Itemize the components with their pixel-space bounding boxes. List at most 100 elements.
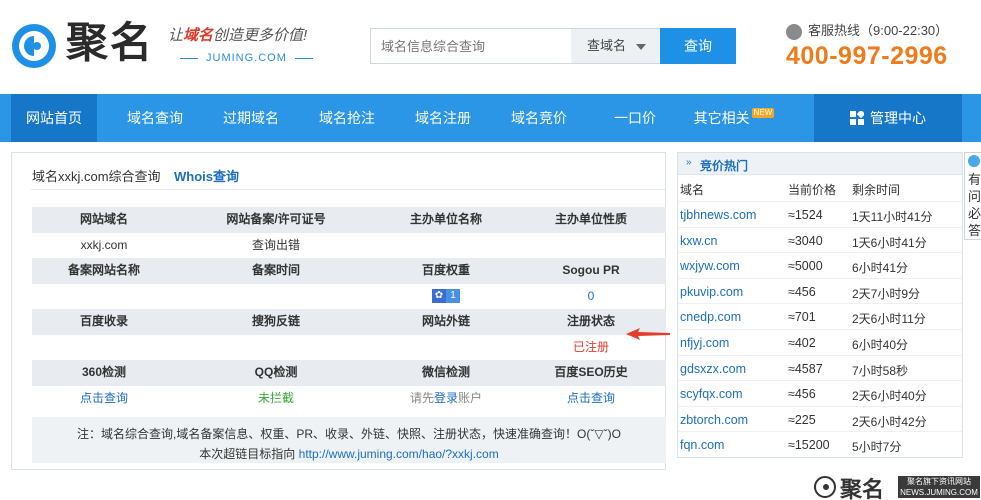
auction-time-left: 6小时40分 <box>852 338 909 352</box>
nav-item-domain-search[interactable]: 域名查询 <box>110 94 200 142</box>
table-cell <box>516 233 666 259</box>
grid-icon <box>850 111 864 126</box>
table-header-cell: 备案时间 <box>251 263 300 277</box>
qq-check-status: 未拦截 <box>257 390 294 405</box>
auction-price: ≈3040 <box>788 233 823 248</box>
chat-bubble-icon <box>968 155 980 167</box>
watermark: 聚名 聚名旗下资讯网站 NEWS.JUMING.COM <box>812 474 981 500</box>
auction-price: ≈1524 <box>788 208 823 222</box>
list-item: gdsxzx.com ≈4587 7小时58秒 <box>678 354 962 381</box>
auction-time-left: 2天6小时42分 <box>852 414 927 429</box>
list-item: wxjyw.com ≈5000 6小时41分 <box>678 252 962 278</box>
baidu-weight-value: 1 <box>446 289 460 304</box>
list-item: cnedp.com ≈701 2天6小时11分 <box>678 303 962 329</box>
table-row: 网站域名 网站备案/许可证号 主办单位名称 主办单位性质 <box>32 207 666 233</box>
table-header-cell: QQ检测 <box>254 365 298 379</box>
table-cell <box>376 335 516 361</box>
double-chevron-icon: » <box>686 157 692 168</box>
table-row: 点击查询 未拦截 请先登录账户 点击查询 <box>32 386 666 412</box>
table-header-cell: 百度收录 <box>79 314 128 328</box>
auction-price: ≈456 <box>788 387 816 402</box>
search-button[interactable]: 查询 <box>660 28 736 64</box>
auction-price: ≈225 <box>788 412 816 427</box>
note-box: 注：域名综合查询,域名备案信息、权重、PR、收录、外链、快照、注册状态，快速准确… <box>32 417 666 463</box>
auction-domain-link[interactable]: wxjyw.com <box>680 259 740 273</box>
auction-time-left: 1天6小时41分 <box>852 235 927 250</box>
nav-item-home[interactable]: 网站首页 <box>11 94 97 142</box>
note-link-line: 本次超链目标指向 http://www.juming.com/hao/?xxkj… <box>32 445 666 462</box>
watermark-logo: 聚名 <box>840 477 885 500</box>
slogan-sub: JUMING.COM <box>172 52 321 64</box>
table-row: 百度收录 搜狗反链 网站外链 注册状态 <box>32 309 666 335</box>
search-type-select[interactable]: 查域名 <box>571 29 660 63</box>
auction-domain-link[interactable]: gdsxzx.com <box>680 362 746 376</box>
panel-title: 域名xxkj.com综合查询 <box>32 169 161 184</box>
auction-time-left: 5小时7分 <box>852 440 902 455</box>
auction-domain-link[interactable]: tjbhnews.com <box>680 208 756 222</box>
nav-item-register[interactable]: 域名注册 <box>398 94 488 142</box>
baidu-weight-badge[interactable]: ✿ 1 <box>432 289 460 304</box>
hot-auction-header: » 竞价热门 <box>678 153 962 175</box>
table-row: ✿ 1 0 <box>32 284 666 310</box>
faq-side-tab-label: 有问必答 <box>968 172 981 238</box>
table-row: 已注册 <box>32 335 666 361</box>
nav-item-other-label: 其它相关 <box>693 110 750 126</box>
column-header-time: 剩余时间 <box>852 183 901 197</box>
site-header: 聚名 让域名创造更多价值! JUMING.COM 查域名 查询 客服热线（9:0… <box>0 0 981 94</box>
hot-auction-columns: 域名 当前价格 剩余时间 <box>678 177 962 199</box>
nav-manage-center[interactable]: 管理中心 <box>814 94 962 142</box>
logo-icon[interactable] <box>10 22 58 70</box>
baidu-seo-history-link[interactable]: 点击查询 <box>516 386 666 412</box>
nav-item-fixed-price[interactable]: 一口价 <box>590 94 680 142</box>
table-header-cell: 百度SEO历史 <box>554 365 628 379</box>
login-link[interactable]: 登录 <box>434 391 458 405</box>
nav-item-other[interactable]: 其它相关 NEW <box>684 94 784 142</box>
whois-link[interactable]: Whois查询 <box>174 166 239 185</box>
table-header-cell: Sogou PR <box>562 263 620 277</box>
slogan: 让域名创造更多价值! <box>168 24 307 45</box>
auction-domain-link[interactable]: zbtorch.com <box>680 413 748 427</box>
table-header-cell: 主办单位名称 <box>409 212 482 226</box>
sogou-pr-value: 0 <box>587 288 595 303</box>
auction-domain-link[interactable]: nfjyj.com <box>680 336 729 350</box>
auction-time-left: 7小时58秒 <box>852 363 909 378</box>
table-cell <box>32 335 176 361</box>
list-item: kxw.cn ≈3040 1天6小时41分 <box>678 226 962 253</box>
auction-domain-link[interactable]: cnedp.com <box>680 310 741 324</box>
watermark-box: 聚名旗下资讯网站 NEWS.JUMING.COM <box>898 476 980 498</box>
auction-domain-link[interactable]: fqn.com <box>680 438 724 452</box>
auction-price: ≈15200 <box>788 438 830 453</box>
table-header-cell: 主办单位性质 <box>554 212 627 226</box>
auction-domain-link[interactable]: scyfqx.com <box>680 387 743 401</box>
hotline-label: 客服热线（9:00-22:30） <box>786 20 948 40</box>
faq-side-tab[interactable]: 有问必答 <box>964 152 981 240</box>
auction-price: ≈402 <box>788 336 816 350</box>
list-item: nfjyj.com ≈402 6小时40分 <box>678 329 962 355</box>
column-header-domain: 域名 <box>680 183 705 197</box>
target-url-link[interactable]: http://www.juming.com/hao/?xxkj.com <box>299 447 499 461</box>
table-cell: xxkj.com <box>80 237 128 252</box>
auction-domain-link[interactable]: kxw.cn <box>680 234 718 248</box>
column-header-price: 当前价格 <box>788 183 837 197</box>
watermark-line2: NEWS.JUMING.COM <box>900 488 978 497</box>
slogan-highlight: 域名 <box>183 27 214 44</box>
list-item: zbtorch.com ≈225 2天6小时42分 <box>678 405 962 432</box>
check-360-link[interactable]: 点击查询 <box>32 386 176 412</box>
chevron-down-icon <box>636 44 646 50</box>
table-header-cell: 百度权重 <box>421 263 470 277</box>
note-text: 注：域名综合查询,域名备案信息、权重、PR、收录、外链、快照、注册状态，快速准确… <box>77 427 621 441</box>
note-link-prefix: 本次超链目标指向 <box>199 447 296 461</box>
table-cell <box>32 284 176 310</box>
logo-text[interactable]: 聚名 <box>66 18 154 68</box>
search-input[interactable] <box>371 29 571 63</box>
auction-domain-link[interactable]: pkuvip.com <box>680 285 743 299</box>
nav-item-expired[interactable]: 过期域名 <box>206 94 296 142</box>
table-row: 备案网站名称 备案时间 百度权重 Sogou PR <box>32 258 666 284</box>
wechat-prefix: 请先 <box>409 390 434 405</box>
hotline-label-text: 客服热线（9:00-22:30） <box>808 23 949 38</box>
table-cell <box>176 335 376 361</box>
table-header-cell: 网站域名 <box>79 212 128 226</box>
nav-item-backorder[interactable]: 域名抢注 <box>302 94 392 142</box>
nav-item-auction[interactable]: 域名竞价 <box>494 94 584 142</box>
hot-auction-panel: » 竞价热门 域名 当前价格 剩余时间 tjbhnews.com ≈1524 1天1… <box>677 152 963 458</box>
